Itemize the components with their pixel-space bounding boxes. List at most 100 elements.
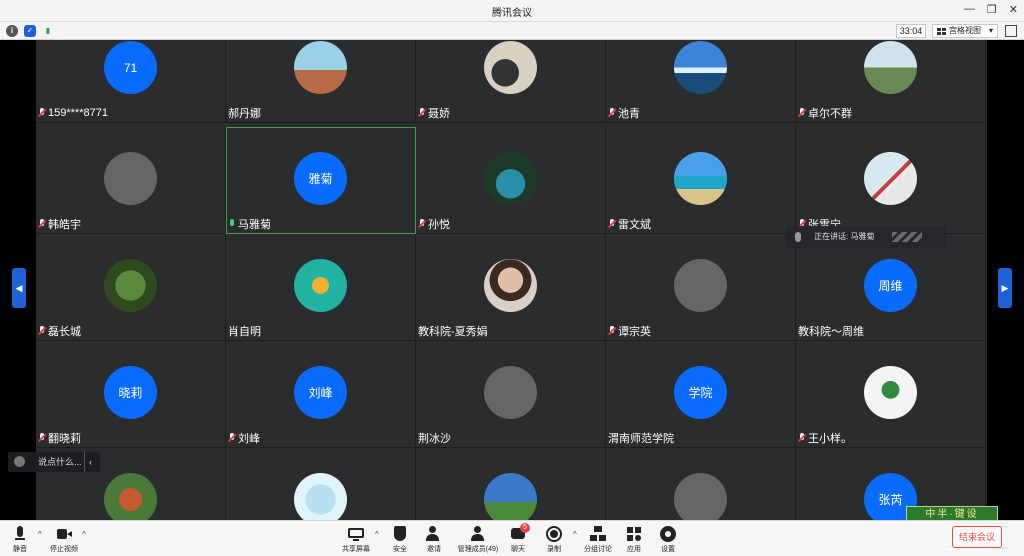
participant-avatar <box>864 152 917 205</box>
participant-tile[interactable]: 肖自明 <box>226 234 416 341</box>
shield-icon[interactable]: ✓ <box>24 25 36 37</box>
share-screen-label: 共享屏幕 <box>342 546 370 553</box>
video-options-caret[interactable]: ^ <box>82 530 86 539</box>
participant-name-text: 磊长城 <box>48 326 81 338</box>
breakout-button[interactable]: 分组讨论 <box>578 525 618 555</box>
chevron-down-icon: ▾ <box>988 26 993 35</box>
participant-tile[interactable] <box>226 448 416 520</box>
participant-name-text: 荆冰沙 <box>418 433 451 445</box>
chat-input[interactable]: 说点什么... <box>38 452 82 472</box>
speaking-label: 正在讲话: 马雅菊 <box>814 232 875 241</box>
participant-tile[interactable]: 周维 教科院～周维 <box>796 234 986 341</box>
video-icon <box>56 526 72 542</box>
window-controls: — ❐ ✕ <box>964 3 1018 16</box>
emoji-icon[interactable] <box>14 456 25 467</box>
participant-name: 159****8771 <box>38 106 108 120</box>
participant-tile[interactable]: 王小样。 <box>796 341 986 448</box>
share-screen-button[interactable]: 共享屏幕 <box>336 525 376 555</box>
stop-video-button[interactable]: 停止视频 <box>44 525 84 555</box>
participant-name-text: 王小样。 <box>808 433 852 445</box>
share-options-caret[interactable]: ^ <box>375 530 379 539</box>
participant-tile[interactable] <box>606 448 796 520</box>
participant-avatar <box>104 473 157 520</box>
window-title: 腾讯会议 <box>492 8 532 19</box>
participant-tile[interactable]: 谭宗英 <box>606 234 796 341</box>
mic-muted-icon <box>38 433 46 443</box>
participant-avatar <box>484 259 537 312</box>
participant-name-text: 郝丹娜 <box>228 108 261 120</box>
participant-tile[interactable]: 磊长城 <box>36 234 226 341</box>
participant-avatar: 雅菊 <box>294 152 347 205</box>
mic-muted-icon <box>38 219 46 229</box>
participant-tile[interactable]: 郝丹娜 <box>226 40 416 123</box>
chat-icon: 5 <box>510 523 530 542</box>
participant-tile[interactable]: 教科院-夏秀娟 <box>416 234 606 341</box>
chat-button[interactable]: 5 聊天 <box>498 523 538 555</box>
participant-tile[interactable]: 荆冰沙 <box>416 341 606 448</box>
invite-button[interactable]: 邀请 <box>414 525 454 555</box>
settings-button[interactable]: 设置 <box>648 525 688 555</box>
participant-avatar <box>674 41 727 94</box>
grid-view-dropdown[interactable]: 宫格视图 ▾ <box>932 24 998 38</box>
members-button[interactable]: 管理成员(49) <box>452 525 504 555</box>
participant-name: 雷文斌 <box>608 217 651 231</box>
info-icon[interactable]: i <box>6 25 18 37</box>
participant-tile[interactable]: 71 159****8771 <box>36 40 226 123</box>
signal-icon[interactable]: ▮ <box>42 25 54 37</box>
participant-tile[interactable]: 聂娇 <box>416 40 606 123</box>
minimize-icon[interactable]: — <box>964 3 975 16</box>
participant-name-text: 159****8771 <box>48 107 108 119</box>
mic-muted-icon <box>608 108 616 118</box>
participant-name: 肖自明 <box>228 324 261 338</box>
meeting-info-bar: i ✓ ▮ 33:04 宫格视图 ▾ <box>0 22 1024 40</box>
participant-tile[interactable]: 卓尔不群 <box>796 40 986 123</box>
apps-icon <box>626 526 642 542</box>
participant-name: 池青 <box>608 106 640 120</box>
chat-badge: 5 <box>520 523 530 533</box>
participant-tile[interactable] <box>416 448 606 520</box>
breakout-label: 分组讨论 <box>584 546 612 553</box>
restore-icon[interactable]: ❐ <box>987 3 997 16</box>
settings-label: 设置 <box>661 546 675 553</box>
members-label: 管理成员(49) <box>457 546 499 553</box>
participant-avatar <box>484 473 537 520</box>
quick-chat-bar[interactable]: 说点什么... ‹ <box>8 452 100 472</box>
participant-tile[interactable]: 池青 <box>606 40 796 123</box>
participant-tile[interactable]: 孙悦 <box>416 127 606 234</box>
mic-options-caret[interactable]: ^ <box>38 530 42 539</box>
mic-muted-icon <box>608 219 616 229</box>
record-icon <box>546 526 562 542</box>
fullscreen-icon[interactable] <box>1005 25 1017 37</box>
title-bar: 腾讯会议 — ❐ ✕ <box>0 0 1024 22</box>
participant-avatar <box>484 152 537 205</box>
participant-avatar <box>674 259 727 312</box>
chat-label: 聊天 <box>511 546 525 553</box>
participant-grid: 71 159****8771 郝丹娜 聂娇 池青 卓尔不群韩皓宇 雅菊 马雅菊 孙悦 雷文斌 张雪宁… <box>36 40 987 520</box>
collapse-chat-icon[interactable]: ‹ <box>84 452 96 472</box>
security-label: 安全 <box>393 546 407 553</box>
mute-button[interactable]: 静音 <box>0 525 40 555</box>
close-icon[interactable]: ✕ <box>1009 3 1018 16</box>
record-options-caret[interactable]: ^ <box>573 530 577 539</box>
end-meeting-button[interactable]: 结束会议 <box>952 526 1002 548</box>
participant-name: 韩皓宇 <box>38 217 81 231</box>
participant-avatar <box>294 259 347 312</box>
participant-tile[interactable]: 雷文斌 <box>606 127 796 234</box>
prev-page-icon[interactable]: ◀ <box>12 268 26 308</box>
participant-tile[interactable]: 刘峰 刘峰 <box>226 341 416 448</box>
participant-tile[interactable]: 张雪宁 <box>796 127 986 234</box>
participant-tile[interactable]: 雅菊 马雅菊 <box>226 127 416 234</box>
participant-name-text: 雷文斌 <box>618 219 651 231</box>
participant-avatar <box>674 473 727 520</box>
grid-view-label: 宫格视图 <box>949 26 981 35</box>
participant-name-text: 刘峰 <box>238 433 260 445</box>
invite-icon <box>426 526 442 542</box>
participant-tile[interactable]: 学院 渭南师范学院 <box>606 341 796 448</box>
record-button[interactable]: 录制 <box>534 525 574 555</box>
participant-tile[interactable]: 晓莉 翻晓莉 <box>36 341 226 448</box>
participant-name-text: 教科院～周维 <box>798 326 864 338</box>
participant-name: 卓尔不群 <box>798 106 852 120</box>
mic-muted-icon <box>798 433 806 443</box>
next-page-icon[interactable]: ▶ <box>998 268 1012 308</box>
participant-tile[interactable]: 韩皓宇 <box>36 127 226 234</box>
